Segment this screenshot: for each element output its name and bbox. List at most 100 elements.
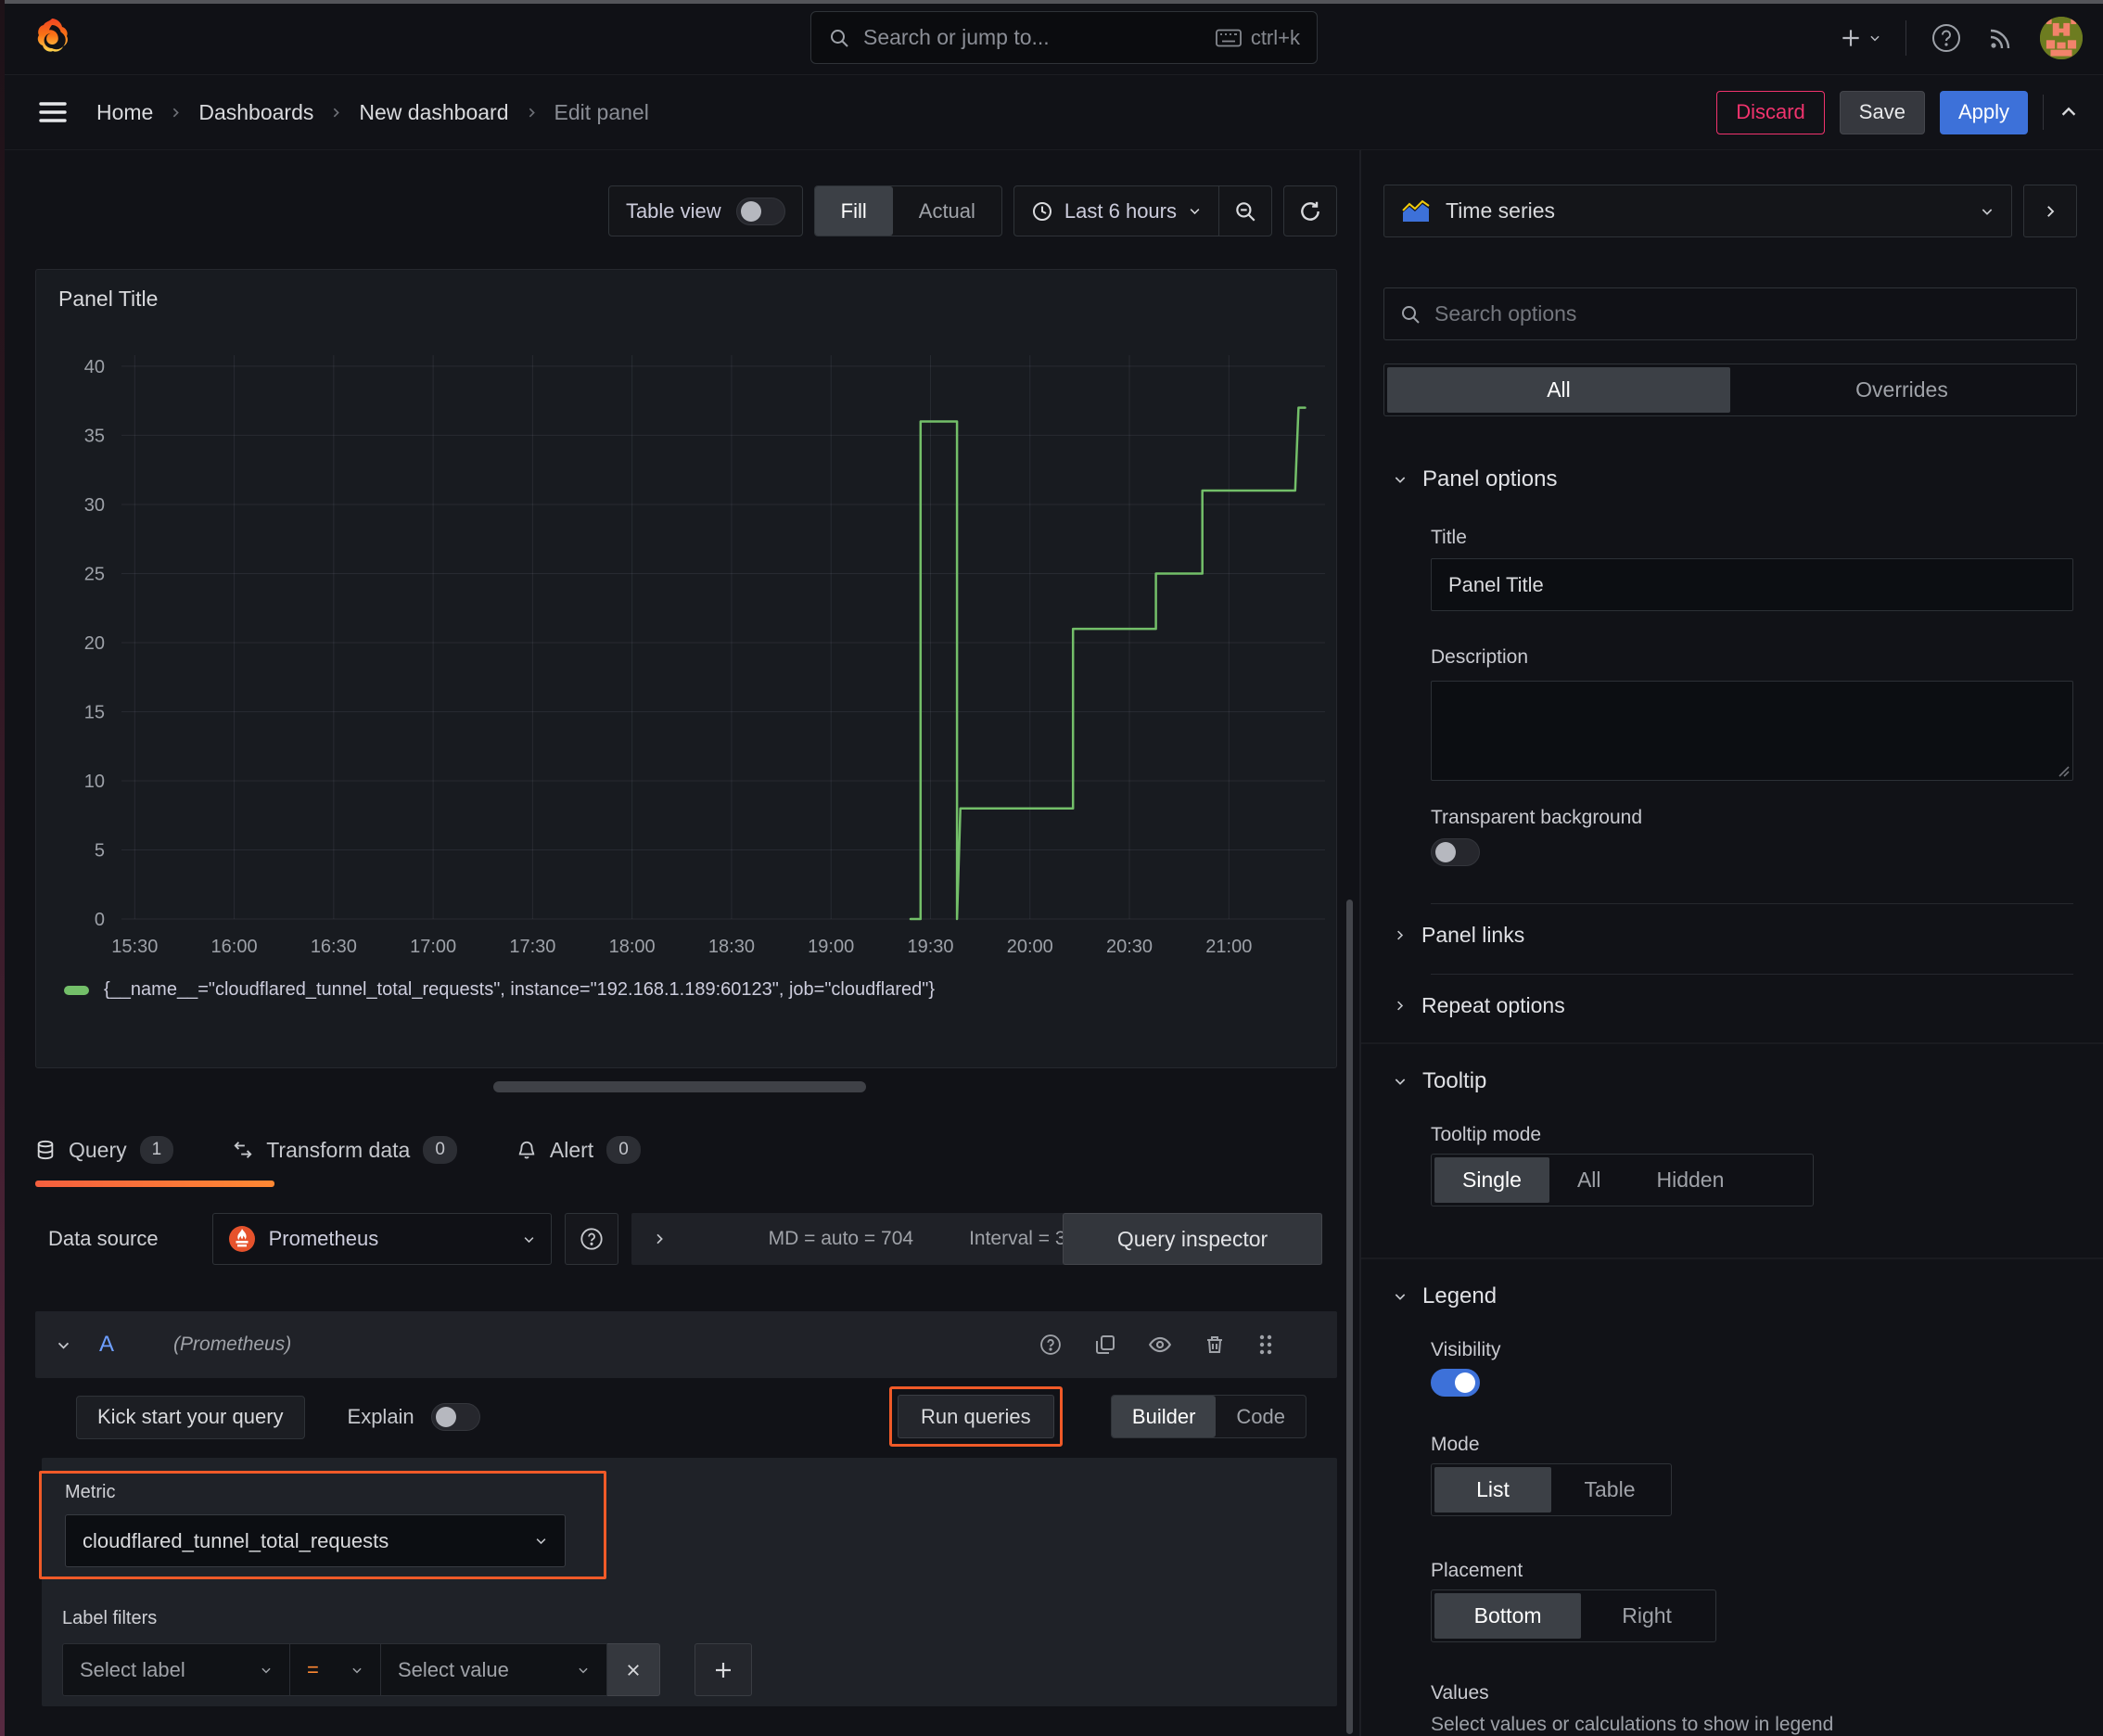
panel-links-header[interactable]: Panel links — [1393, 923, 2077, 948]
refresh-button[interactable] — [1283, 185, 1337, 236]
select-value-dropdown[interactable]: Select value — [381, 1643, 607, 1696]
delete-query-trash-icon[interactable] — [1204, 1334, 1226, 1356]
title-label: Title — [1431, 527, 1467, 548]
menu-burger-icon[interactable] — [39, 100, 67, 124]
resize-corner-icon[interactable] — [2057, 764, 2070, 777]
tooltip-title: Tooltip — [1422, 1068, 1487, 1093]
main-scrollbar-thumb[interactable] — [1346, 900, 1353, 1734]
new-menu-button[interactable] — [1839, 26, 1881, 50]
query-inspector-button[interactable]: Query inspector — [1063, 1213, 1322, 1265]
time-range-group: Last 6 hours — [1013, 185, 1272, 236]
timeseries-plot[interactable]: 0 5 10 15 20 25 30 35 40 15:30 16:00 16:30 17:00 17:3… — [42, 342, 1331, 965]
actual-option[interactable]: Actual — [893, 186, 1001, 236]
news-rss-icon[interactable] — [1986, 23, 2016, 53]
fill-option[interactable]: Fill — [814, 186, 893, 236]
datasource-help-button[interactable] — [564, 1213, 618, 1265]
toggle-query-visibility-eye-icon[interactable] — [1148, 1333, 1172, 1357]
remove-filter-button[interactable] — [607, 1643, 660, 1696]
builder-option[interactable]: Builder — [1111, 1396, 1217, 1437]
legend-placement-right[interactable]: Right — [1581, 1593, 1713, 1639]
panel-resize-handle[interactable] — [493, 1081, 866, 1092]
code-option[interactable]: Code — [1216, 1396, 1306, 1437]
panel-options-pane: Time series All Overrides Panel — [1361, 150, 2103, 1736]
table-view-label: Table view — [625, 198, 721, 223]
tab-transform-data[interactable]: Transform data 0 — [233, 1136, 457, 1164]
search-icon — [1399, 303, 1421, 326]
explain-label: Explain — [347, 1405, 414, 1428]
zoom-out-button[interactable] — [1219, 186, 1271, 236]
panel-options-title: Panel options — [1422, 466, 1558, 491]
time-range-picker[interactable]: Last 6 hours — [1014, 186, 1218, 236]
tab-transform-count: 0 — [423, 1136, 457, 1164]
tab-all[interactable]: All — [1387, 367, 1730, 413]
select-label-dropdown[interactable]: Select label — [62, 1643, 290, 1696]
section-divider — [1361, 1257, 2103, 1259]
explain-toggle[interactable] — [430, 1403, 480, 1431]
legend-placement-bottom[interactable]: Bottom — [1434, 1593, 1582, 1639]
chevron-down-icon — [260, 1664, 273, 1677]
run-queries-button[interactable]: Run queries — [898, 1395, 1054, 1438]
global-search[interactable]: ctrl+k — [810, 11, 1318, 64]
collapse-options-chevron-up-icon[interactable] — [2058, 102, 2079, 122]
expand-options-chevron-right-icon[interactable] — [652, 1232, 667, 1246]
panel-title-input[interactable] — [1431, 558, 2073, 611]
tooltip-header[interactable]: Tooltip — [1393, 1068, 2077, 1094]
visualization-select[interactable]: Time series — [1383, 185, 2012, 237]
kick-start-query-button[interactable]: Kick start your query — [76, 1395, 305, 1439]
grafana-edit-panel-screen: ctrl+k — [0, 0, 2103, 1736]
query-ref-id[interactable]: A — [99, 1332, 114, 1358]
repeat-options-header[interactable]: Repeat options — [1393, 993, 2077, 1018]
svg-text:15:30: 15:30 — [111, 937, 158, 957]
tab-alert-count: 0 — [606, 1136, 641, 1164]
query-row-header[interactable]: A (Prometheus) — [35, 1311, 1337, 1378]
chevron-right-icon — [1393, 928, 1407, 942]
add-filter-button[interactable] — [695, 1643, 752, 1696]
datasource-select[interactable]: Prometheus — [211, 1213, 552, 1265]
transparent-background-toggle[interactable] — [1431, 838, 1480, 866]
legend-visibility-toggle[interactable] — [1431, 1369, 1480, 1397]
global-search-input[interactable] — [863, 25, 1203, 50]
metric-select[interactable]: cloudflared_tunnel_total_requests — [65, 1514, 566, 1567]
tooltip-mode-hidden[interactable]: Hidden — [1629, 1157, 1752, 1203]
legend-header[interactable]: Legend — [1393, 1283, 2077, 1309]
legend-mode-table[interactable]: Table — [1551, 1467, 1668, 1513]
options-search-input[interactable] — [1434, 301, 2061, 326]
drag-query-grip-icon[interactable] — [1257, 1333, 1274, 1357]
panel-options-header[interactable]: Panel options — [1393, 466, 2077, 492]
timeseries-panel[interactable]: Panel Title 0 5 10 15 20 25 30 35 40 15:30 16:00 16… — [35, 269, 1337, 1068]
svg-text:20:30: 20:30 — [1106, 937, 1153, 957]
transparent-background-label: Transparent background — [1431, 807, 1643, 828]
tab-query-count: 1 — [139, 1136, 174, 1164]
legend-mode-list[interactable]: List — [1434, 1467, 1551, 1513]
operator-dropdown[interactable]: = — [290, 1643, 381, 1696]
chevron-down-icon — [1393, 1074, 1408, 1089]
query-datasource-hint: (Prometheus) — [173, 1334, 292, 1355]
tooltip-mode-single[interactable]: Single — [1434, 1157, 1549, 1203]
discard-button[interactable]: Discard — [1716, 90, 1825, 134]
apply-button[interactable]: Apply — [1939, 90, 2028, 134]
duplicate-query-icon[interactable] — [1094, 1334, 1116, 1356]
legend-placement-label: Placement — [1431, 1560, 1523, 1581]
tab-query[interactable]: Query 1 — [35, 1136, 174, 1164]
legend-series-label[interactable]: {__name__="cloudflared_tunnel_total_requ… — [104, 979, 935, 1001]
tab-overrides[interactable]: Overrides — [1730, 367, 2073, 413]
query-help-icon[interactable] — [1039, 1333, 1063, 1357]
viz-suggestions-chevron-right-button[interactable] — [2023, 185, 2077, 237]
breadcrumb: Home Dashboards New dashboard Edit panel — [96, 100, 649, 125]
options-search[interactable] — [1383, 287, 2077, 340]
help-icon[interactable] — [1931, 22, 1962, 54]
legend-series-swatch[interactable] — [64, 985, 89, 995]
collapse-query-chevron-down-icon[interactable] — [56, 1337, 71, 1353]
breadcrumb-dashboards[interactable]: Dashboards — [198, 100, 313, 125]
save-button[interactable]: Save — [1839, 90, 1925, 134]
table-view-toggle[interactable] — [735, 197, 785, 225]
tooltip-mode-all[interactable]: All — [1549, 1157, 1629, 1203]
query-options-bar[interactable]: MD = auto = 704 Interval = 30s Query ins… — [631, 1213, 1322, 1265]
description-textarea[interactable] — [1432, 682, 2072, 780]
user-avatar[interactable] — [2040, 16, 2083, 59]
tab-alert[interactable]: Alert 0 — [516, 1136, 641, 1164]
breadcrumb-home[interactable]: Home — [96, 100, 153, 125]
grafana-logo-icon[interactable] — [30, 15, 74, 59]
fill-actual-segmented: Fill Actual — [813, 185, 1002, 236]
breadcrumb-new-dashboard[interactable]: New dashboard — [359, 100, 508, 125]
